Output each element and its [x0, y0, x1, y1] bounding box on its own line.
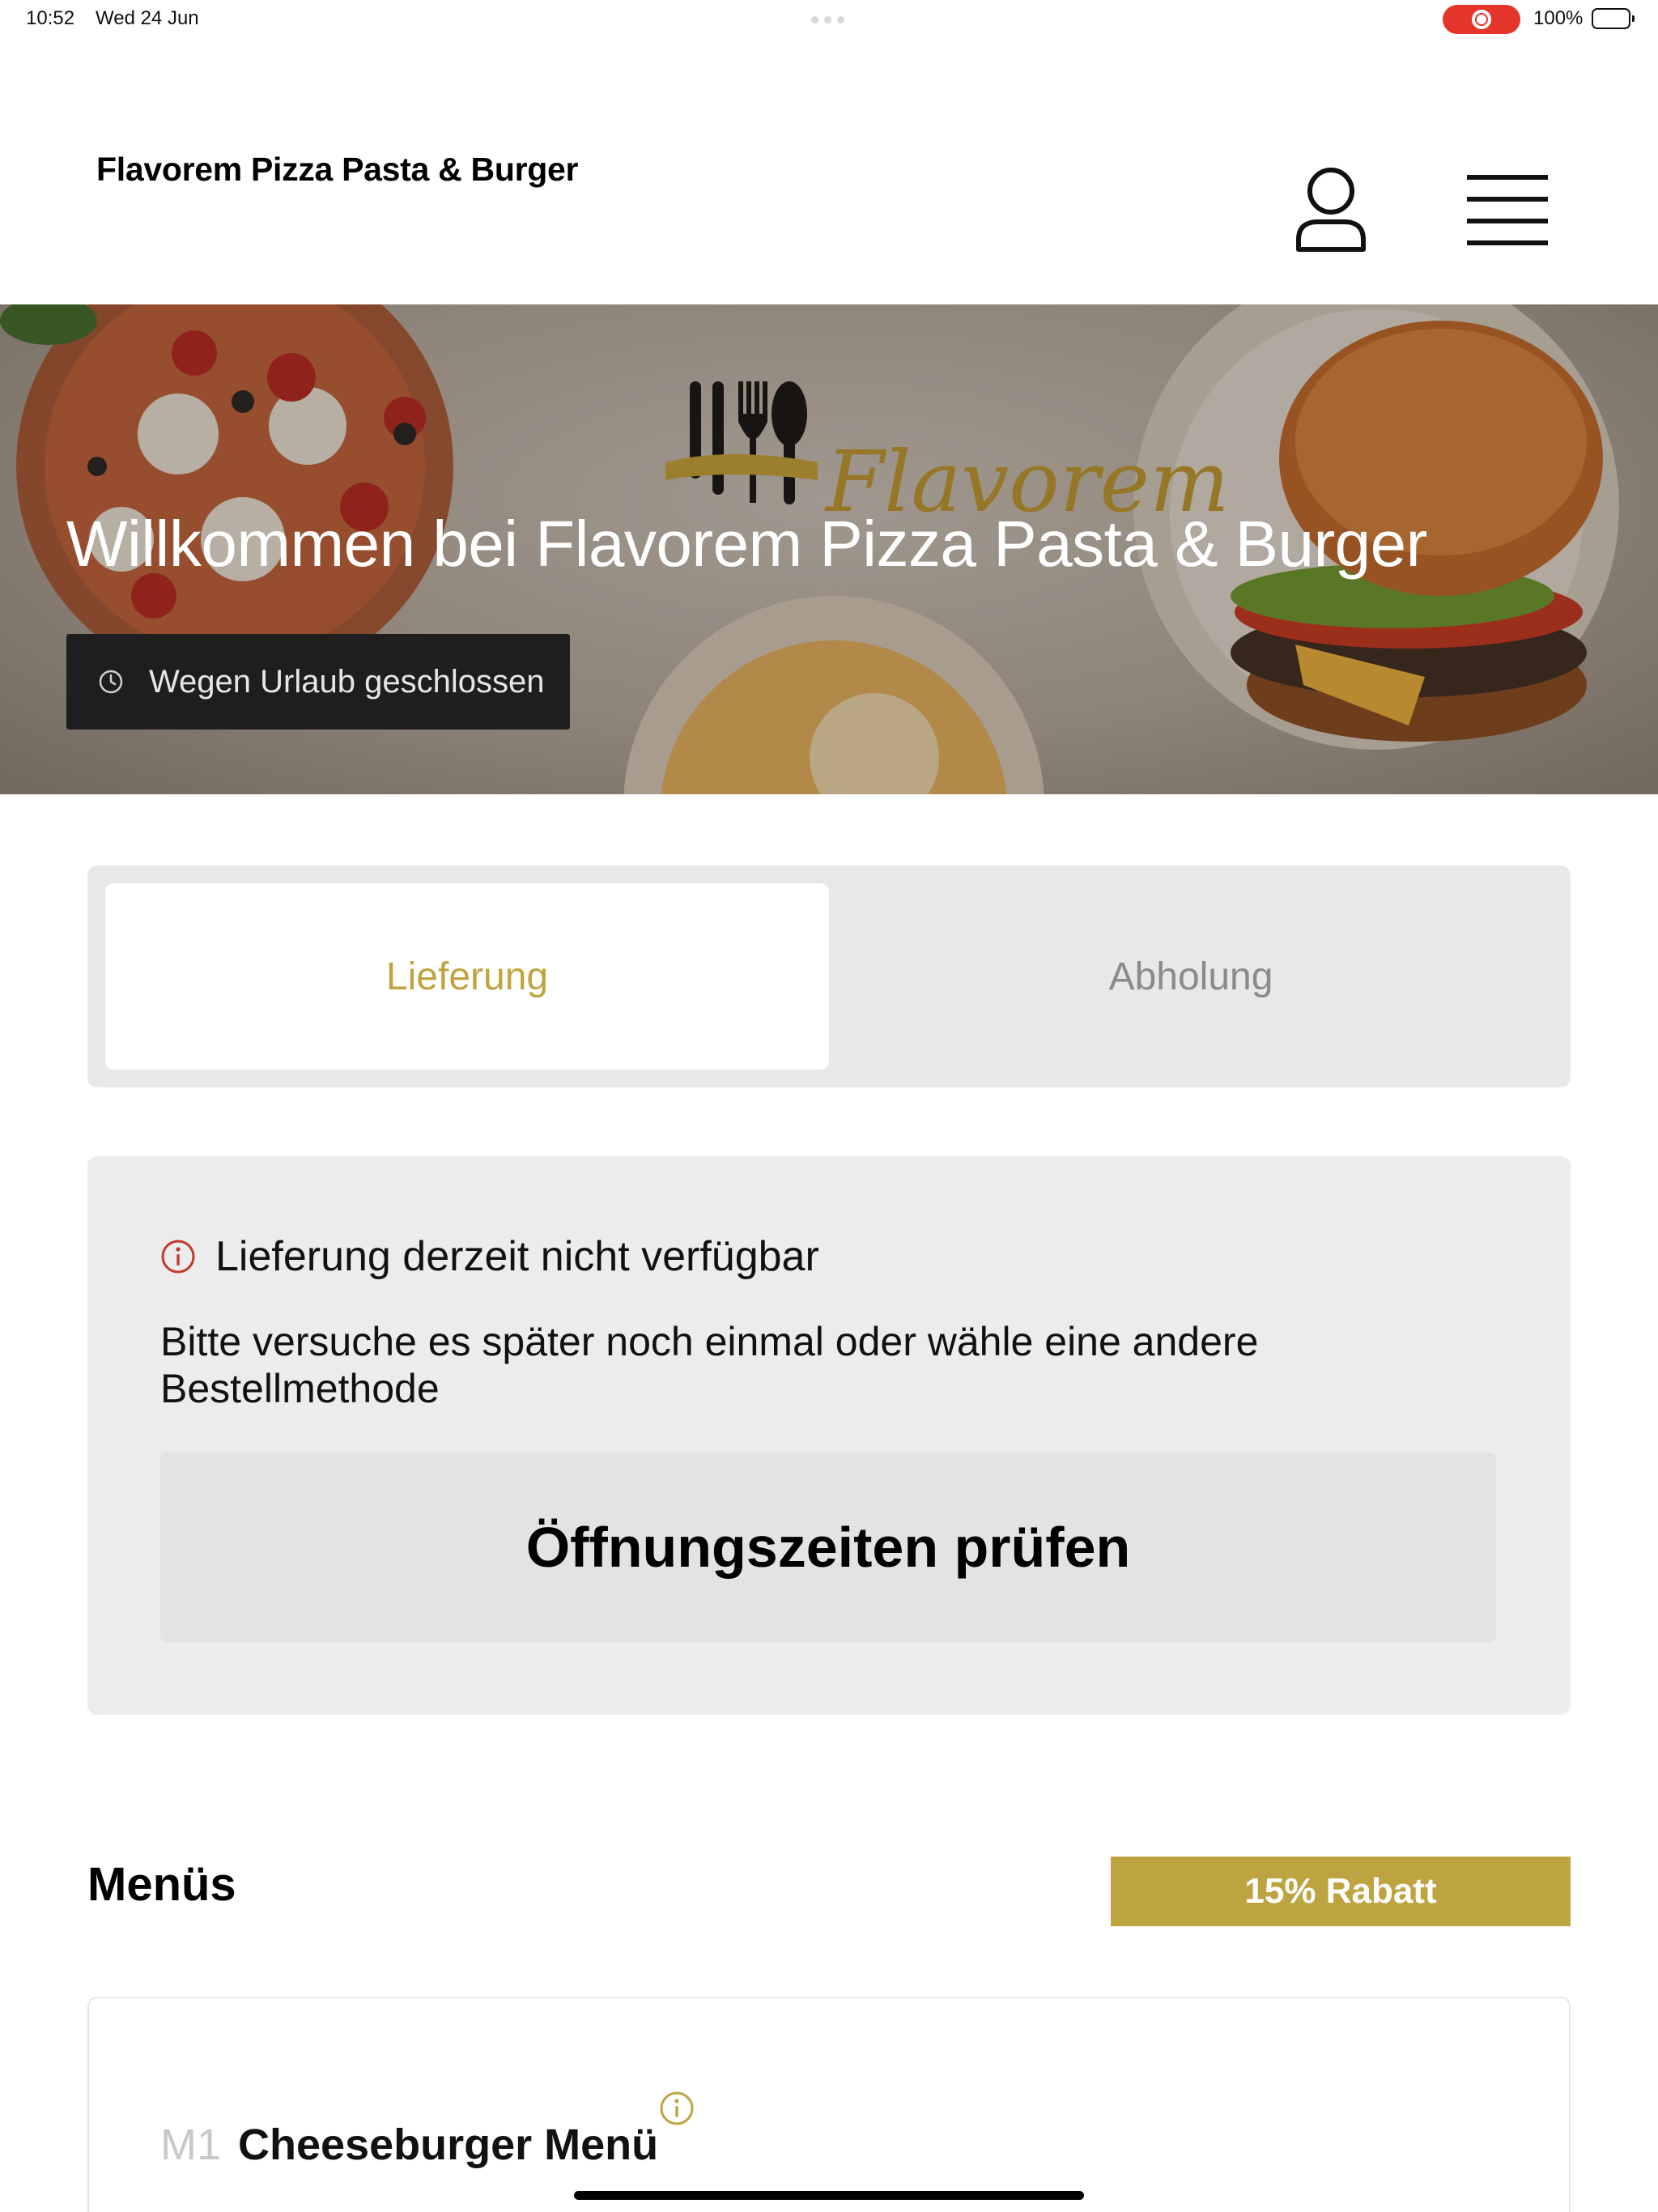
hero-banner: Flavorem Willkommen bei Flavorem Pizza P… — [0, 304, 1658, 794]
home-indicator[interactable] — [574, 2191, 1084, 2200]
battery-icon — [1592, 8, 1635, 29]
notice-header: Lieferung derzeit nicht verfügbar — [160, 1232, 819, 1281]
section-title-menus: Menüs — [87, 1858, 236, 1911]
battery-percentage: 100% — [1533, 7, 1584, 29]
check-opening-hours-button[interactable]: Öffnungszeiten prüfen — [160, 1453, 1496, 1642]
menu-item-code: M1 — [160, 2121, 222, 2169]
info-alert-icon — [161, 1240, 195, 1274]
info-icon[interactable] — [659, 2091, 695, 2126]
order-method-tabs: Lieferung Abholung — [87, 866, 1571, 1087]
delivery-unavailable-notice: Lieferung derzeit nicht verfügbar Bitte … — [87, 1156, 1571, 1715]
multitasking-dots[interactable] — [811, 16, 844, 23]
discount-badge: 15% Rabatt — [1111, 1857, 1571, 1926]
tab-abholung[interactable]: Abholung — [829, 883, 1553, 1070]
menu-item-name: Cheeseburger Menü — [238, 2121, 659, 2169]
user-icon[interactable] — [1294, 165, 1368, 254]
closed-status-text: Wegen Urlaub geschlossen — [149, 663, 545, 700]
closed-status-badge: Wegen Urlaub geschlossen — [66, 634, 571, 730]
hero-title: Willkommen bei Flavorem Pizza Pasta & Bu… — [66, 508, 1427, 580]
status-bar: 10:52 Wed 24 Jun 100% — [0, 0, 1658, 39]
notice-body: Bitte versuche es später noch einmal ode… — [160, 1319, 1259, 1411]
tab-lieferung[interactable]: Lieferung — [105, 883, 829, 1070]
hamburger-menu-icon[interactable] — [1467, 175, 1548, 246]
status-time: 10:52 — [26, 7, 75, 29]
notice-title: Lieferung derzeit nicht verfügbar — [215, 1233, 819, 1280]
site-header: Flavorem Pizza Pasta & Burger — [0, 39, 1658, 304]
brand-title[interactable]: Flavorem Pizza Pasta & Burger — [96, 151, 578, 189]
screen-recording-icon[interactable] — [1443, 5, 1520, 34]
clock-icon — [99, 670, 123, 694]
status-date: Wed 24 Jun — [96, 7, 199, 29]
menu-item-card[interactable]: M1 Cheeseburger Menü — [87, 1997, 1571, 2212]
